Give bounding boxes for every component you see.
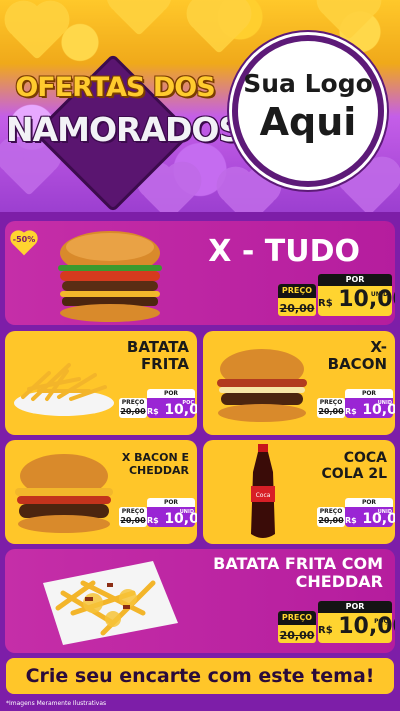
price-tag: PREÇO 20,00 POR R$ 10,00 UNID bbox=[278, 274, 395, 318]
fries-icon bbox=[14, 363, 114, 416]
new-price-box: POR R$ 10,00 UNID bbox=[345, 498, 395, 527]
unit-label: UNID bbox=[370, 291, 388, 298]
product-name: X - TUDO bbox=[208, 234, 360, 269]
old-price: 20,00 bbox=[120, 407, 146, 416]
logo-text-line-1: Sua Logo bbox=[243, 69, 373, 98]
heart-decoration bbox=[322, 0, 376, 40]
heart-decoration bbox=[112, 0, 166, 36]
old-price: 20,00 bbox=[279, 629, 315, 642]
por-label: POR bbox=[318, 601, 392, 613]
new-price-box: POR R$ 10,00 UNID bbox=[318, 274, 395, 316]
old-price-box: PREÇO 20,00 bbox=[317, 398, 345, 418]
unit-label: UNID bbox=[377, 509, 392, 515]
por-label: POR bbox=[345, 389, 393, 398]
new-price-box: POR R$ 10,00 POÇ bbox=[147, 389, 197, 418]
heart-decoration bbox=[222, 172, 276, 212]
product-name: X BACON E CHEDDAR bbox=[121, 451, 189, 477]
por-label: POR bbox=[345, 498, 393, 507]
product-card-x-bacon: X- BACON PREÇO 20,00 POR R$ 10,00 UNID bbox=[203, 331, 395, 435]
old-price: 20,00 bbox=[279, 302, 315, 315]
title-badge: OFERTAS DOS NAMORADOS bbox=[6, 50, 242, 212]
price-tag: PREÇO 20,00 POR R$ 10,00 POÇ bbox=[119, 389, 197, 419]
old-price-box: PREÇO 20,00 bbox=[278, 284, 316, 316]
new-price-box: POR R$ 10,00 UNID bbox=[147, 498, 197, 527]
price-tag: PREÇO 20,00 POR R$ 10,00 UNID bbox=[317, 498, 395, 528]
preco-label: PREÇO bbox=[317, 507, 345, 516]
price-tag: PREÇO 20,00 POR R$ 10,00 UNID bbox=[317, 389, 395, 419]
product-card-batata-cheddar: BATATA FRITA COM CHEDDAR PREÇO 20,00 POR… bbox=[5, 549, 395, 653]
price-tag: PREÇO 20,00 POR R$ 10,00 UNID bbox=[119, 498, 197, 528]
preco-label: PREÇO bbox=[119, 398, 147, 407]
cta-banner[interactable]: Crie seu encarte com este tema! bbox=[6, 658, 394, 694]
preco-label: PREÇO bbox=[278, 611, 316, 625]
old-price: 20,00 bbox=[318, 516, 344, 525]
unit-label: UNID bbox=[377, 400, 392, 406]
burger-icon bbox=[217, 349, 307, 422]
title-line-1: OFERTAS DOS bbox=[15, 72, 215, 103]
unit-label: UNID bbox=[179, 509, 194, 515]
disclaimer-text: *Imagens Meramente Ilustrativas bbox=[6, 700, 107, 707]
burger-icon bbox=[15, 454, 113, 533]
old-price: 20,00 bbox=[318, 407, 344, 416]
title-line-2: NAMORADOS bbox=[6, 110, 242, 149]
product-name: BATATA FRITA COM CHEDDAR bbox=[213, 554, 383, 592]
soda-bottle-icon: Coca bbox=[251, 444, 275, 538]
fries-cheddar-icon bbox=[43, 561, 178, 645]
unit-label: POÇ bbox=[182, 400, 194, 406]
old-price-box: PREÇO 20,00 bbox=[119, 507, 147, 527]
old-price-box: PREÇO 20,00 bbox=[278, 611, 316, 643]
product-card-x-tudo: X - TUDO PREÇO 20,00 POR R$ 10,00 UNID bbox=[5, 221, 395, 325]
unit-label: POÇ bbox=[374, 618, 388, 625]
logo-placeholder: Sua Logo Aqui bbox=[232, 35, 384, 187]
preco-label: PREÇO bbox=[317, 398, 345, 407]
preco-label: PREÇO bbox=[278, 284, 316, 298]
product-name: BATATA FRITA bbox=[126, 338, 189, 374]
old-price: 20,00 bbox=[120, 516, 146, 525]
por-label: POR bbox=[147, 389, 195, 398]
product-card-batata-frita: BATATA FRITA PREÇO 20,00 POR R$ 10,00 PO… bbox=[5, 331, 197, 435]
header-banner: OFERTAS DOS NAMORADOS Sua Logo Aqui bbox=[0, 0, 400, 212]
product-name: COCA COLA 2L bbox=[321, 450, 387, 483]
product-card-coca-cola: Coca COCA COLA 2L PREÇO 20,00 POR R$ 10,… bbox=[203, 440, 395, 544]
logo-text-line-2: Aqui bbox=[259, 100, 357, 144]
burger-icon bbox=[58, 231, 162, 322]
new-price-box: POR R$ 10,00 POÇ bbox=[318, 601, 395, 643]
preco-label: PREÇO bbox=[119, 507, 147, 516]
product-card-x-bacon-cheddar: X BACON E CHEDDAR PREÇO 20,00 POR R$ 10,… bbox=[5, 440, 197, 544]
por-label: POR bbox=[318, 274, 392, 286]
price-tag: PREÇO 20,00 POR R$ 10,00 POÇ bbox=[278, 601, 395, 645]
new-price-box: POR R$ 10,00 UNID bbox=[345, 389, 395, 418]
product-name: X- BACON bbox=[327, 338, 387, 374]
svg-text:Coca: Coca bbox=[256, 492, 271, 499]
old-price-box: PREÇO 20,00 bbox=[317, 507, 345, 527]
heart-decoration bbox=[192, 0, 246, 54]
old-price-box: PREÇO 20,00 bbox=[119, 398, 147, 418]
por-label: POR bbox=[147, 498, 195, 507]
discount-badge: -50% bbox=[8, 230, 40, 256]
